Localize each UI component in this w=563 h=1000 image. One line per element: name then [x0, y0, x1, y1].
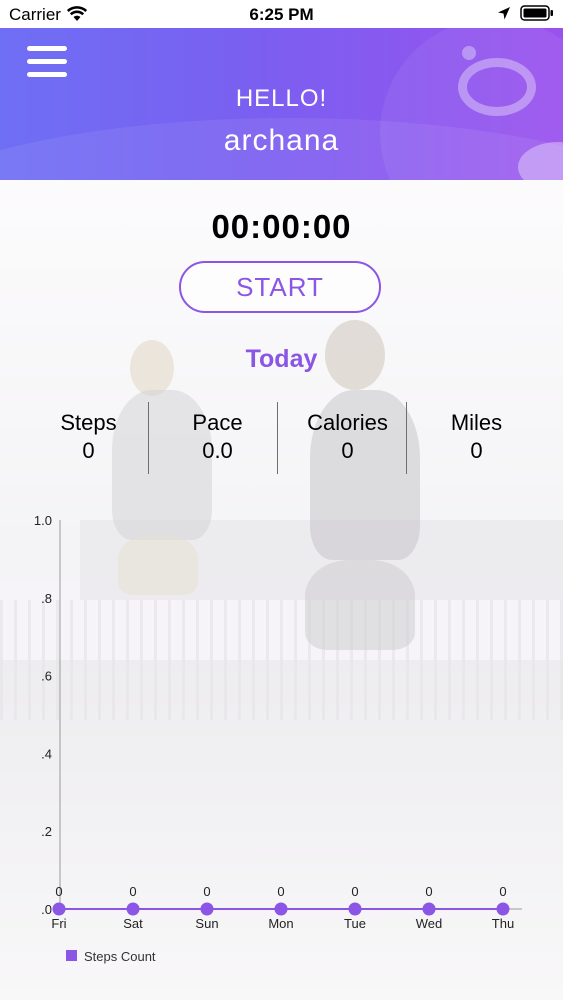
- stat-label: Calories: [307, 410, 388, 435]
- data-point[interactable]: [200, 902, 214, 916]
- data-point[interactable]: [422, 902, 436, 916]
- x-tick-label: Thu: [492, 916, 514, 931]
- stat-value: 0: [470, 438, 483, 463]
- y-tick-label: .8: [41, 591, 52, 606]
- hamburger-menu-icon[interactable]: [24, 46, 70, 80]
- miles-stat: Miles 0: [412, 410, 541, 464]
- username-text: archana: [223, 124, 340, 157]
- today-heading: Today: [245, 345, 318, 373]
- steps-chart: 1.0 .8 .6 .4 .2 .0 0 0 0 0 0 0 0 Fri Sat Sun Mon Tue Wed…: [34, 513, 522, 964]
- stat-divider: [148, 402, 149, 474]
- data-label: 0: [55, 884, 62, 899]
- data-point[interactable]: [52, 902, 66, 916]
- y-tick-label: .2: [41, 824, 52, 839]
- stat-divider: [406, 402, 407, 474]
- data-point[interactable]: [126, 902, 140, 916]
- data-label: 0: [425, 884, 432, 899]
- legend-label: Steps Count: [84, 949, 156, 964]
- calories-stat: Calories 0: [283, 410, 412, 464]
- stat-value: 0: [82, 438, 95, 463]
- greeting-text: HELLO!: [235, 85, 328, 112]
- status-bar: Carrier 6:25 PM: [0, 0, 563, 28]
- legend-swatch: [66, 950, 77, 961]
- x-tick-label: Sat: [123, 916, 143, 931]
- x-tick-label: Wed: [416, 916, 443, 931]
- y-tick-label: 1.0: [34, 513, 52, 528]
- data-point[interactable]: [496, 902, 510, 916]
- clock-time: 6:25 PM: [249, 5, 314, 24]
- data-label: 0: [499, 884, 506, 899]
- steps-stat: Steps 0: [24, 410, 153, 464]
- x-tick-label: Tue: [344, 916, 366, 931]
- header-decoration: [462, 46, 476, 60]
- data-point[interactable]: [348, 902, 362, 916]
- data-point[interactable]: [274, 902, 288, 916]
- data-label: 0: [203, 884, 210, 899]
- stat-value: 0: [341, 438, 354, 463]
- x-tick-label: Mon: [268, 916, 293, 931]
- x-tick-label: Sun: [195, 916, 218, 931]
- profile-header: HELLO! archana: [0, 28, 563, 180]
- data-label: 0: [351, 884, 358, 899]
- stat-label: Pace: [192, 410, 243, 435]
- y-tick-label: .6: [41, 669, 52, 684]
- data-label: 0: [129, 884, 136, 899]
- y-tick-label: .4: [41, 746, 52, 761]
- stat-label: Miles: [450, 410, 503, 435]
- workout-timer: 00:00:00: [211, 208, 352, 245]
- stat-label: Steps: [60, 410, 117, 435]
- pace-stat: Pace 0.0: [153, 410, 282, 464]
- start-button[interactable]: START: [179, 261, 381, 313]
- location-arrow-icon: [497, 6, 511, 26]
- stat-divider: [277, 402, 278, 474]
- battery-icon: [520, 5, 554, 26]
- y-tick-label: .0: [41, 902, 52, 917]
- stat-value: 0.0: [202, 438, 233, 463]
- data-label: 0: [277, 884, 284, 899]
- x-tick-label: Fri: [51, 916, 66, 931]
